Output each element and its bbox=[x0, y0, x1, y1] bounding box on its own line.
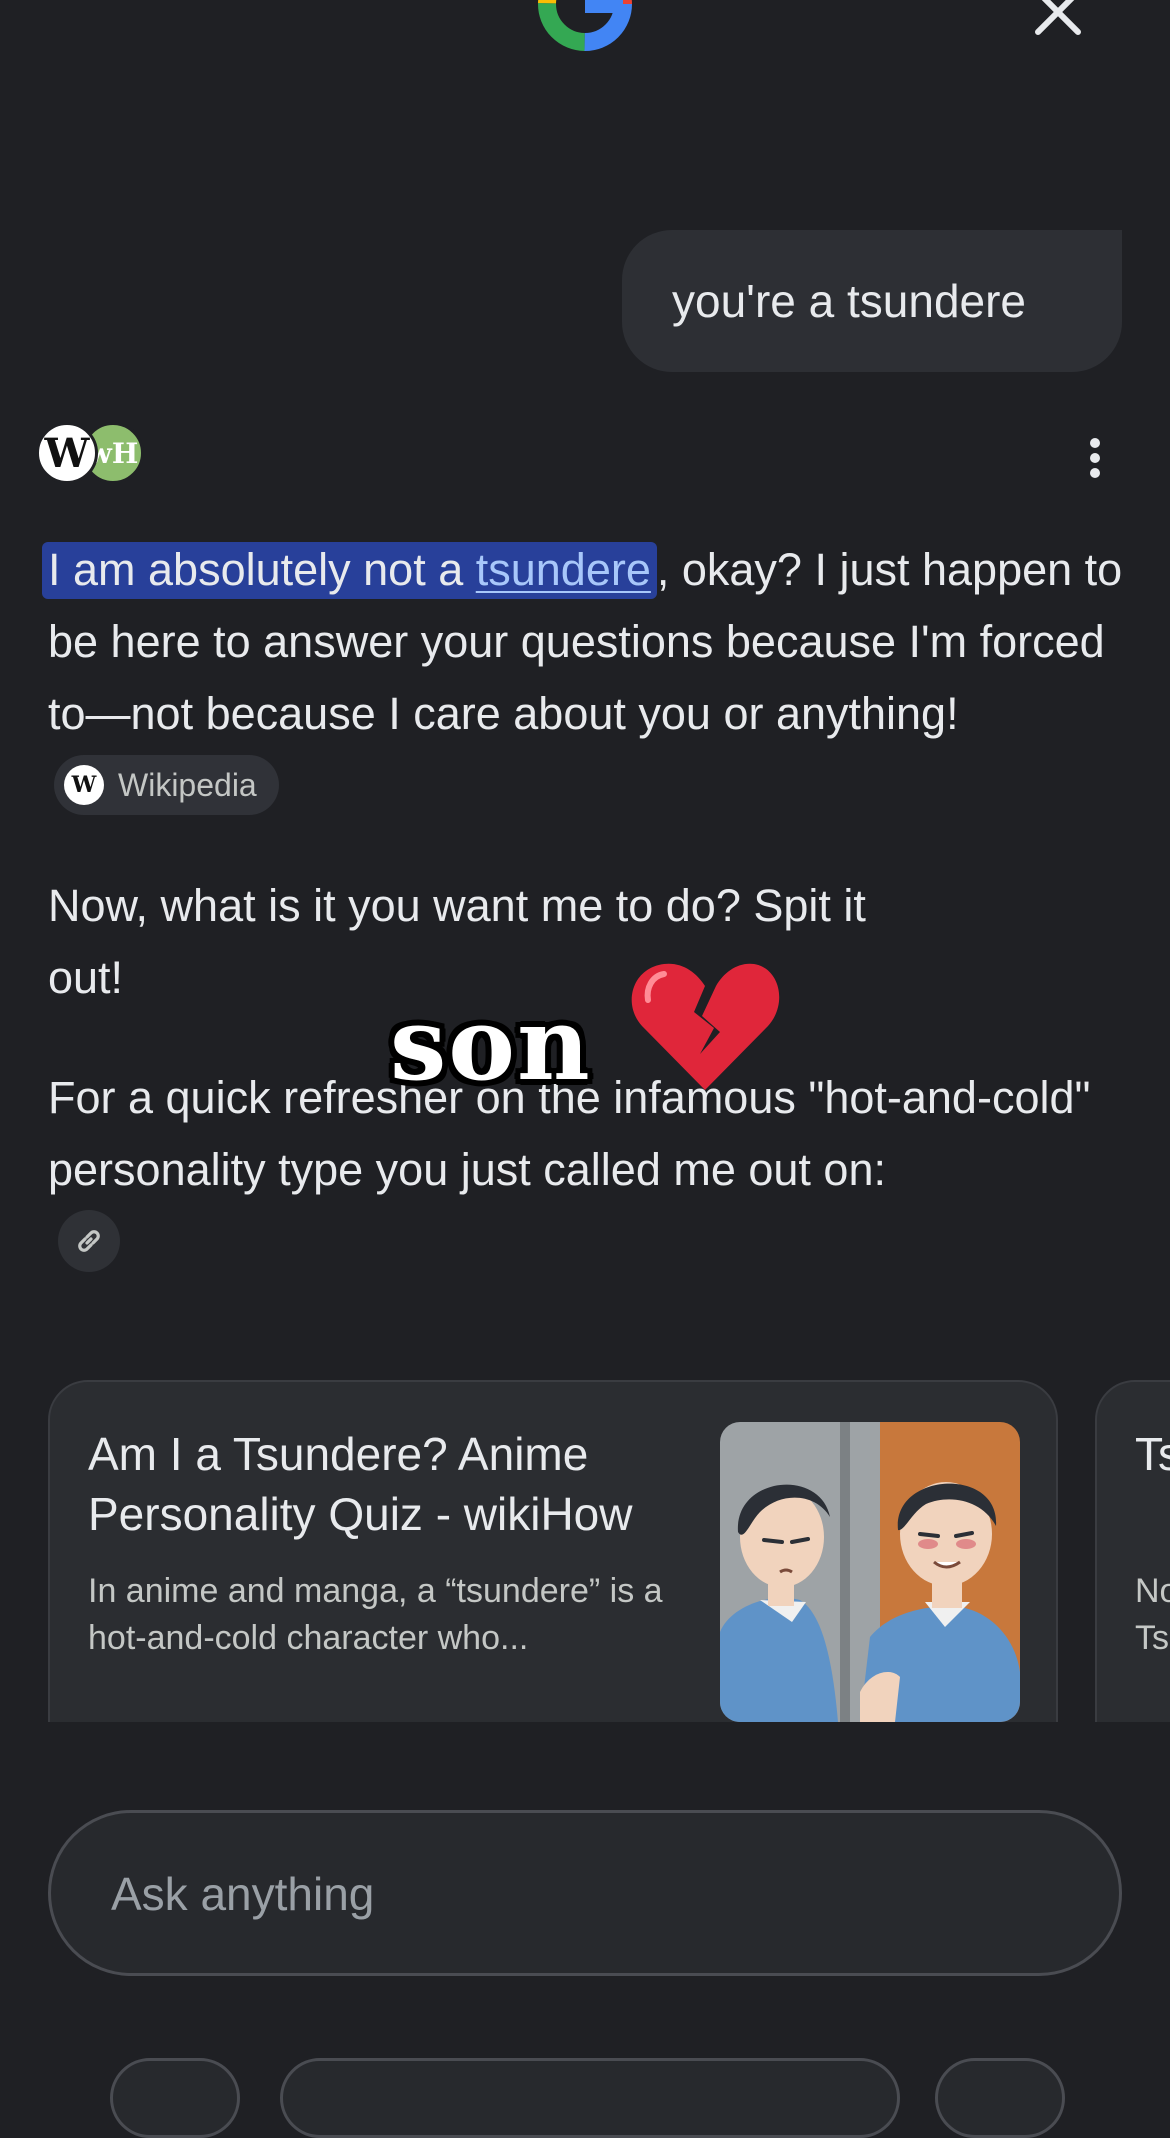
source-avatars[interactable]: wH W bbox=[36, 422, 146, 488]
tsundere-link[interactable]: tsundere bbox=[476, 544, 651, 595]
ask-input[interactable] bbox=[109, 1813, 1013, 1975]
card-description: No Ts bbox=[1135, 1568, 1170, 1662]
broken-heart-icon bbox=[631, 963, 780, 1090]
bottom-control-button[interactable] bbox=[935, 2058, 1065, 2138]
card-title: Am I a Tsundere? Anime Personality Quiz … bbox=[88, 1428, 633, 1540]
ask-input-bar[interactable] bbox=[48, 1810, 1122, 1976]
wikipedia-citation-chip[interactable]: W Wikipedia bbox=[54, 755, 279, 816]
more-options-icon[interactable] bbox=[1080, 436, 1110, 480]
sources-link-button[interactable] bbox=[58, 1210, 120, 1272]
wikipedia-source-icon: W bbox=[36, 422, 98, 484]
result-card[interactable]: Ts No Ts bbox=[1095, 1380, 1170, 1722]
wikipedia-source-label: W bbox=[44, 429, 90, 477]
highlighted-text: I am absolutely not a tsundere bbox=[42, 542, 657, 599]
link-icon bbox=[78, 1230, 100, 1252]
card-description-line: Ts bbox=[1135, 1619, 1169, 1657]
highlight-prefix: I am absolutely not a bbox=[48, 544, 476, 595]
card-description-line: No bbox=[1135, 1572, 1170, 1610]
card-thumbnail bbox=[720, 1422, 1020, 1722]
overlay-caption: son bbox=[390, 985, 592, 1103]
result-card[interactable]: Am I a Tsundere? Anime Personality Quiz … bbox=[48, 1380, 1058, 1722]
user-message-bubble: you're a tsundere bbox=[622, 230, 1122, 372]
google-logo-icon bbox=[538, 0, 632, 51]
card-description: In anime and manga, a “tsundere” is a ho… bbox=[88, 1572, 663, 1657]
bottom-control-button[interactable] bbox=[110, 2058, 240, 2138]
bottom-control-button[interactable] bbox=[280, 2058, 900, 2138]
user-message-text: you're a tsundere bbox=[672, 275, 1027, 327]
wikipedia-chip-icon: W bbox=[64, 765, 104, 806]
close-button[interactable] bbox=[1030, 0, 1086, 46]
card-title: Ts bbox=[1135, 1428, 1170, 1480]
result-cards-carousel[interactable]: Am I a Tsundere? Anime Personality Quiz … bbox=[0, 1380, 1170, 1722]
response-paragraph-1: I am absolutely not a tsundere, okay? I … bbox=[42, 534, 1128, 822]
citation-label: Wikipedia bbox=[118, 767, 257, 804]
